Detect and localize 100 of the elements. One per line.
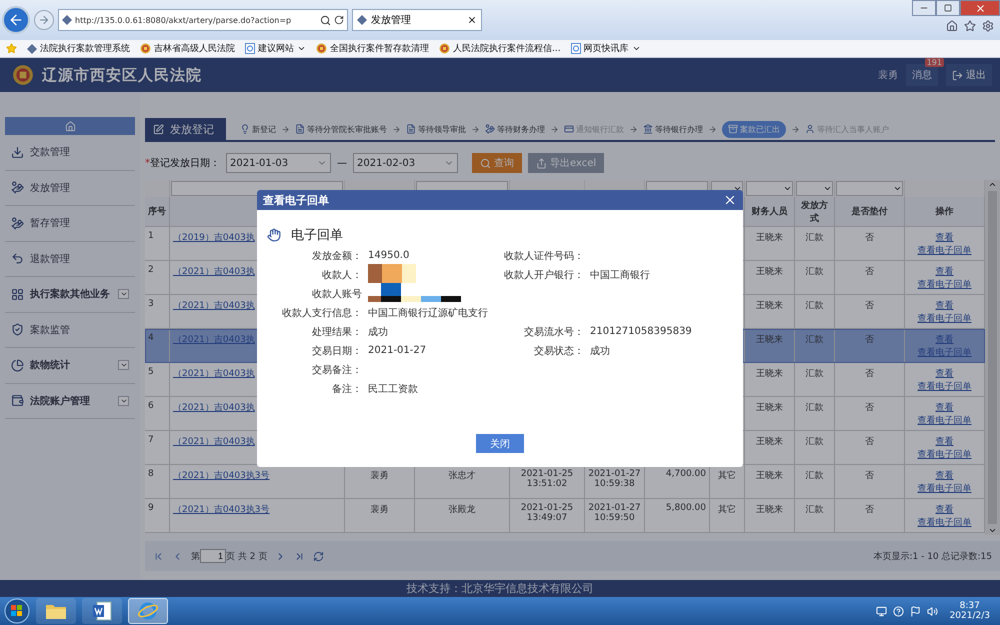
case-link[interactable]: （2021）吉0403执3号 [173,471,270,481]
action-link[interactable]: 查看电子回单 [918,314,972,324]
hand-coins-icon [11,216,24,230]
case-link[interactable]: （2021）吉0403执 [173,403,255,413]
favorite-link[interactable]: 建议网站 [245,42,306,55]
search-icon[interactable] [320,14,331,26]
workflow-step[interactable]: 等待财务办理 [485,124,545,134]
table-cell: 否 [865,301,874,311]
settings-icon[interactable] [982,20,994,32]
sidebar-item[interactable]: 法院账户管理 [5,384,135,419]
action-link[interactable]: 查看电子回单 [918,416,972,426]
home-icon[interactable] [946,20,958,32]
caret-icon[interactable] [118,289,129,300]
help-icon[interactable] [892,606,904,616]
table-row[interactable]: 8 （2021）吉0403执3号 裴勇 张忠才 2021-01-25 13:51:02 2021-01-27 10:59:38 4,700.00 其它 王晓来 汇款 否 查看 查看电子回单 [145,465,985,499]
sidebar-item[interactable]: 交款管理 [5,135,135,170]
date-separator: — [337,158,347,168]
diamond-icon [27,44,37,54]
close-button[interactable] [960,0,1000,16]
workflow-step[interactable]: 等待银行办理 [643,124,703,134]
workflow-step[interactable]: 等待分管院长审批账号 [295,124,387,134]
maximize-button[interactable] [936,0,960,16]
page-tab[interactable]: 发放登记 [145,118,226,140]
caret-icon[interactable] [118,360,129,370]
page-field[interactable]: 1 [200,549,226,563]
workflow-step[interactable]: 等待领导审批 [406,124,466,134]
back-button[interactable] [2,6,30,34]
star-icon[interactable] [6,43,17,54]
logout-button[interactable]: 退出 [946,64,992,86]
action-link[interactable]: 查看电子回单 [918,382,972,392]
maximize-icon [944,4,952,12]
action-link[interactable]: 查看 [936,471,954,481]
search-button[interactable]: 查询 [472,153,522,173]
table-cell: 王晓来 [756,301,783,311]
first-page-icon[interactable] [153,550,164,562]
forward-button[interactable] [34,10,54,30]
sidebar-item[interactable]: 退款管理 [5,242,135,277]
action-link[interactable]: 查看电子回单 [918,246,972,256]
browser-icon [138,601,158,621]
close-button[interactable] [723,193,737,207]
close-button[interactable]: 关闭 [476,434,524,453]
sidebar-item[interactable]: 执行案款其他业务 [5,277,135,312]
favorite-link[interactable]: 全国执行案件暂存款清理 [316,42,429,55]
table-row[interactable]: 9 （2021）吉0403执3号 裴勇 张殿龙 2021-01-25 13:49:07 2021-01-27 10:59:50 5,800.00 其它 王晓来 汇款 否 查看 查看电子回单 [145,499,985,533]
action-link[interactable]: 查看电子回单 [918,450,972,460]
action-link[interactable]: 查看电子回单 [918,484,972,494]
minimize-button[interactable] [912,0,936,16]
monitor-icon[interactable] [876,606,887,616]
person-icon [805,124,815,134]
arrow-icon [708,124,717,134]
favorite-link[interactable]: 人民法院执行案件流程信... [439,42,561,55]
favorite-link[interactable]: 网页快讯库 [570,42,641,55]
refresh-icon[interactable] [334,15,344,25]
action-link[interactable]: 查看 [936,437,954,447]
case-link[interactable]: （2021）吉0403执 [173,301,255,311]
last-page-icon[interactable] [294,550,306,562]
action-link[interactable]: 查看电子回单 [918,280,972,290]
star-icon[interactable] [964,20,976,32]
sidebar-item[interactable]: 暂存管理 [5,206,135,242]
action-link[interactable]: 查看 [936,369,954,379]
case-link[interactable]: （2021）吉0403执 [173,437,255,447]
clock[interactable]: 8:37 2021/2/3 [944,601,996,621]
workflow-step[interactable]: 新登记 [240,124,276,134]
taskbar-app[interactable] [128,598,168,624]
action-link[interactable]: 查看 [936,505,954,515]
taskbar-app[interactable] [82,598,122,624]
workflow-step[interactable]: 案款已汇出 [722,120,786,138]
date-field[interactable]: 2021-01-03 [226,153,331,173]
field-value: 2021-01-27 [368,345,428,356]
case-link[interactable]: （2021）吉0403执3号 [173,505,270,515]
table-cell: 王晓来 [756,403,783,413]
close-icon[interactable] [467,15,477,25]
case-link[interactable]: （2021）吉0403执 [173,369,255,379]
scroll-up-icon[interactable] [988,180,997,189]
sidebar-item[interactable]: 案款监管 [5,312,135,348]
sidebar-item[interactable]: 发放管理 [5,170,135,206]
scroll-down-icon[interactable] [988,526,997,535]
favorite-link[interactable]: 法院执行案款管理系统 [27,42,130,55]
caret-icon[interactable] [118,396,129,406]
action-link[interactable]: 查看电子回单 [918,518,972,528]
sidebar-item[interactable]: 款物统计 [5,348,135,384]
case-link[interactable]: （2021）吉0403执 [173,267,255,277]
scrollbar[interactable] [985,180,1000,535]
favorite-link[interactable]: 吉林省高级人民法院 [140,42,235,55]
table-cell: 汇款 [806,369,824,379]
action-link[interactable]: 查看 [936,267,954,277]
action-link[interactable]: 查看 [936,233,954,243]
arrow-icon [392,124,401,134]
volume-icon[interactable] [926,606,938,616]
messages-button[interactable]: 消息 [906,64,938,86]
action-link[interactable]: 查看 [936,403,954,413]
flag-icon[interactable] [910,606,921,616]
taskbar-app[interactable] [36,598,76,624]
date-field[interactable]: 2021-02-03 [353,153,458,173]
case-link[interactable]: （2019）吉0403执 [173,233,255,243]
address-bar[interactable]: http://135.0.0.61:8080/akxt/artery/parse.do?action=p [58,9,348,31]
start-button[interactable] [4,598,30,624]
logout-icon [952,70,963,80]
action-link[interactable]: 查看 [936,301,954,311]
browser-tab[interactable]: 发放管理 [352,9,482,31]
